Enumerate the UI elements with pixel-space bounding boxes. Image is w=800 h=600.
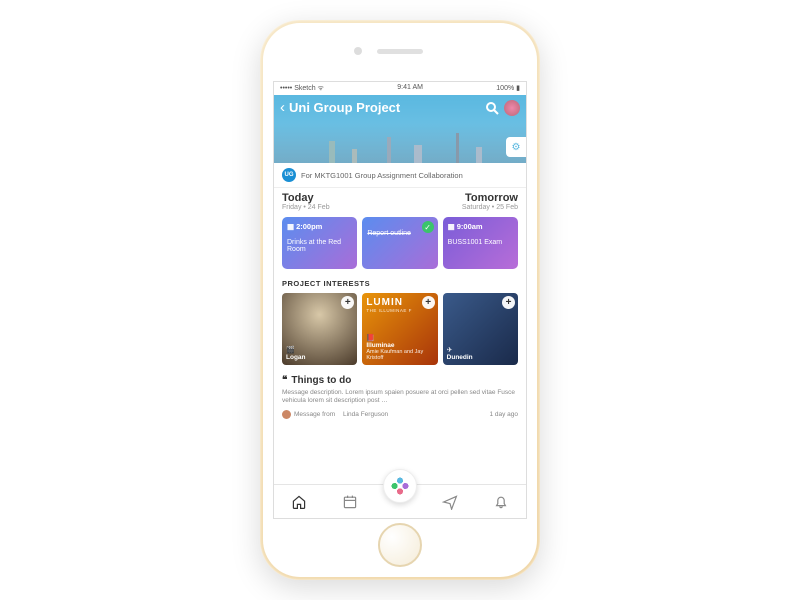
group-description: For MKTG1001 Group Assignment Collaborat…: [301, 171, 463, 180]
tab-home[interactable]: [290, 494, 308, 510]
interest-title: Illuminae: [366, 342, 433, 349]
event-card[interactable]: ▦9:00am BUSS1001 Exam: [443, 217, 518, 269]
tab-bar: [274, 484, 526, 518]
plus-color-icon: [391, 477, 409, 495]
movie-icon: 🎬: [286, 346, 353, 354]
event-time: 9:00am: [457, 222, 483, 231]
todo-age: 1 day ago: [489, 411, 518, 418]
todo-author: Message from Linda Ferguson: [282, 410, 388, 419]
todo-section[interactable]: ❝ Things to do Message description. Lore…: [282, 375, 518, 419]
interests-heading: PROJECT INTERESTS: [282, 279, 518, 288]
calendar-icon: ▦: [448, 222, 455, 231]
author-avatar: [282, 410, 291, 419]
avatar[interactable]: [504, 100, 520, 116]
status-carrier: ••••• Sketch ᯤ: [280, 84, 324, 93]
event-title: BUSS1001 Exam: [448, 239, 513, 246]
today-heading: Today Friday • 24 Feb: [282, 192, 394, 211]
gear-icon: ⚙: [512, 142, 521, 153]
phone-camera: [354, 47, 362, 55]
add-icon[interactable]: +: [341, 296, 354, 309]
status-time: 9:41 AM: [397, 84, 423, 93]
interest-subtitle: Amie Kaufman and Jay Kristoff: [366, 349, 433, 361]
status-battery: 100% ▮: [496, 84, 520, 93]
travel-icon: ✈: [447, 346, 514, 354]
phone-speaker: [377, 49, 423, 54]
tab-calendar[interactable]: [341, 494, 359, 510]
fab-add[interactable]: [383, 469, 417, 503]
event-title: Drinks at the Red Room: [287, 239, 352, 253]
todo-heading: Things to do: [291, 375, 351, 386]
app-screen: ••••• Sketch ᯤ 9:41 AM 100% ▮ ‹ Uni Grou…: [273, 81, 527, 519]
phone-bezel: ••••• Sketch ᯤ 9:41 AM 100% ▮ ‹ Uni Grou…: [263, 23, 537, 577]
add-icon[interactable]: +: [502, 296, 515, 309]
back-icon[interactable]: ‹: [280, 99, 285, 116]
calendar-icon: ▦: [287, 222, 294, 231]
today-label: Today: [282, 192, 394, 204]
cover-text: LUMIN THE ILLUMINAE F: [366, 297, 433, 313]
group-description-row: UG For MKTG1001 Group Assignment Collabo…: [274, 163, 526, 188]
quote-icon: ❝: [282, 375, 287, 386]
tomorrow-heading: Tomorrow Saturday • 25 Feb: [406, 192, 518, 211]
event-card[interactable]: ✓ Report outline: [362, 217, 437, 269]
tab-notifications[interactable]: [492, 494, 510, 510]
check-icon: ✓: [422, 221, 434, 233]
header-banner-image: [274, 123, 526, 163]
book-icon: 📕: [366, 334, 433, 342]
interest-title: Dunedin: [447, 354, 514, 361]
settings-tab[interactable]: ⚙: [506, 137, 526, 157]
tomorrow-label: Tomorrow: [406, 192, 518, 204]
interest-card[interactable]: + 🎬 Logan: [282, 293, 357, 365]
header: ‹ Uni Group Project ⚙: [274, 95, 526, 163]
todo-body: Message description. Lorem ipsum spaien …: [282, 389, 518, 406]
search-icon[interactable]: [484, 100, 500, 116]
interest-card[interactable]: + LUMIN THE ILLUMINAE F 📕 Illuminae Amie…: [362, 293, 437, 365]
interest-card[interactable]: + ✈ Dunedin: [443, 293, 518, 365]
tomorrow-date: Saturday • 25 Feb: [406, 204, 518, 211]
today-date: Friday • 24 Feb: [282, 204, 394, 211]
event-time: 2:00pm: [296, 222, 322, 231]
status-bar: ••••• Sketch ᯤ 9:41 AM 100% ▮: [274, 82, 526, 95]
page-title: Uni Group Project: [289, 100, 480, 115]
tab-send[interactable]: [441, 494, 459, 510]
home-button[interactable]: [378, 523, 422, 567]
interest-title: Logan: [286, 354, 353, 361]
schedule-cards: ▦2:00pm Drinks at the Red Room ✓ Report …: [282, 217, 518, 269]
main-content: Today Friday • 24 Feb Tomorrow Saturday …: [274, 188, 526, 484]
phone-frame: ••••• Sketch ᯤ 9:41 AM 100% ▮ ‹ Uni Grou…: [260, 20, 540, 580]
group-badge: UG: [282, 168, 296, 182]
event-card[interactable]: ▦2:00pm Drinks at the Red Room: [282, 217, 357, 269]
interests-row: + 🎬 Logan + LUMIN THE ILLUMINAE F 📕 Illu…: [282, 293, 518, 365]
